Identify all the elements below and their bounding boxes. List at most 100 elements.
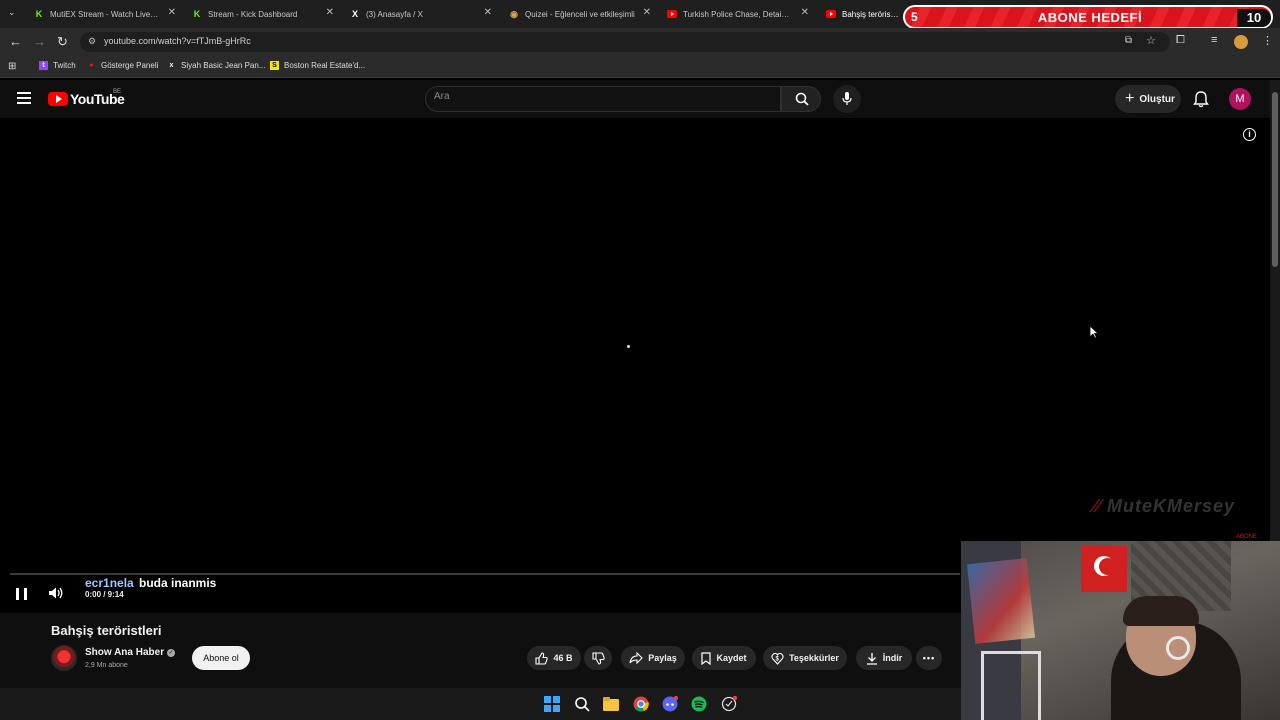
search-box[interactable] bbox=[425, 86, 781, 112]
channel-name[interactable]: Show Ana Haber bbox=[85, 647, 164, 658]
create-label: Oluştur bbox=[1139, 93, 1175, 105]
tab-title: Bahşiş teröristleri bbox=[842, 9, 900, 19]
create-button[interactable]: + Oluştur bbox=[1115, 85, 1181, 113]
share-icon bbox=[629, 652, 644, 664]
progress-bar[interactable] bbox=[10, 573, 960, 575]
windows-taskbar bbox=[0, 688, 961, 720]
site-info-icon[interactable]: ⚙ bbox=[88, 36, 96, 47]
save-button[interactable]: Kaydet bbox=[692, 646, 756, 670]
thanks-button[interactable]: $ Teşekkürler bbox=[763, 646, 847, 670]
video-title: Bahşiş teröristleri bbox=[51, 623, 162, 638]
bookmarks-bar: ⊞ t Twitch ● Gösterge Paneli x Siyah Bas… bbox=[0, 56, 1280, 78]
browser-tab-active[interactable]: Bahşiş teröristleri bbox=[826, 4, 900, 24]
url-text[interactable]: youtube.com/watch?v=fTJmB-gHrRc bbox=[104, 36, 251, 46]
windows-start-icon[interactable] bbox=[544, 696, 560, 712]
close-icon[interactable]: ✕ bbox=[643, 7, 651, 18]
browser-tab[interactable]: ◉ Quizei - Eğlenceli ve etkileşimli ✕ bbox=[509, 4, 651, 24]
flag-crescent-cut bbox=[1099, 558, 1116, 575]
bookmark-star-icon[interactable]: ☆ bbox=[1146, 34, 1156, 47]
info-icon[interactable]: i bbox=[1243, 128, 1256, 141]
reload-icon[interactable]: ↻ bbox=[57, 34, 68, 50]
bookmark-item[interactable]: S Boston Real Estate'd... bbox=[270, 61, 365, 70]
download-icon bbox=[866, 652, 877, 665]
menu-icon[interactable] bbox=[17, 92, 31, 104]
app-icon[interactable] bbox=[721, 696, 737, 712]
stream-watermark: ⁄⁄ MuteKMersey bbox=[1093, 496, 1236, 516]
page-scrollbar[interactable] bbox=[1270, 80, 1280, 541]
chrome-icon[interactable] bbox=[633, 696, 649, 712]
scrollbar-thumb[interactable] bbox=[1272, 92, 1278, 267]
download-button[interactable]: İndir bbox=[856, 646, 912, 670]
more-actions-button[interactable]: ••• bbox=[916, 646, 942, 670]
like-button[interactable]: 46 B bbox=[527, 646, 581, 670]
bookmark-label: Boston Real Estate'd... bbox=[284, 61, 366, 70]
youtube-icon bbox=[826, 9, 836, 19]
thanks-label: Teşekkürler bbox=[789, 653, 839, 663]
mouse-cursor-icon bbox=[1089, 325, 1099, 339]
address-bar[interactable]: ⚙ youtube.com/watch?v=fTJmB-gHrRc ⧉ ☆ bbox=[80, 32, 1170, 52]
browser-tab[interactable]: X (3) Anasayfa / X ✕ bbox=[350, 4, 492, 24]
kick-icon: K bbox=[35, 9, 43, 19]
twitch-icon: t bbox=[39, 61, 48, 70]
bookmark-item[interactable]: t Twitch bbox=[39, 61, 76, 70]
profile-avatar[interactable] bbox=[1234, 35, 1248, 49]
browser-toolbar: ← → ↻ ⚙ youtube.com/watch?v=fTJmB-gHrRc … bbox=[0, 28, 1280, 56]
close-icon[interactable]: ✕ bbox=[326, 7, 334, 18]
channel-avatar[interactable] bbox=[51, 645, 77, 671]
forward-icon[interactable]: → bbox=[33, 34, 46, 49]
plus-icon: + bbox=[1125, 90, 1135, 107]
save-label: Kaydet bbox=[716, 653, 747, 663]
browser-tab[interactable]: K Stream - Kick Dashboard ✕ bbox=[192, 4, 334, 24]
browser-tab[interactable]: K MutiEX Stream - Watch Live on ✕ bbox=[34, 4, 176, 24]
extensions-icon[interactable]: ⧠ bbox=[1176, 34, 1185, 47]
quiz-icon: ◉ bbox=[510, 8, 518, 19]
streamer-hair bbox=[1123, 596, 1199, 626]
notifications-bell-icon[interactable] bbox=[1193, 90, 1209, 108]
search-button[interactable] bbox=[781, 86, 821, 112]
s-logo-icon: S bbox=[270, 61, 279, 70]
search-input[interactable] bbox=[434, 91, 764, 102]
youtube-logo-icon[interactable] bbox=[48, 92, 68, 106]
back-icon[interactable]: ← bbox=[9, 34, 22, 49]
thumbs-down-icon bbox=[591, 651, 605, 665]
subscriber-count: 2,9 Mn abone bbox=[85, 662, 128, 669]
pause-button[interactable] bbox=[16, 588, 27, 600]
bookmark-item[interactable]: ● Gösterge Paneli bbox=[87, 61, 158, 70]
tab-search-icon[interactable]: ⌄ bbox=[8, 7, 16, 18]
bookmark-label: Gösterge Paneli bbox=[101, 61, 159, 70]
file-explorer-icon[interactable] bbox=[603, 696, 619, 712]
watermark-subscribe-text: ABONE bbox=[1236, 534, 1258, 540]
close-icon[interactable]: ✕ bbox=[168, 7, 176, 18]
taskbar-search-icon[interactable] bbox=[574, 696, 590, 712]
chat-username: ecr1nela bbox=[85, 576, 134, 590]
apps-grid-icon[interactable]: ⊞ bbox=[8, 61, 16, 72]
spotify-icon[interactable] bbox=[691, 696, 707, 712]
install-app-icon[interactable]: ⧉ bbox=[1125, 35, 1132, 46]
webcam-shelf bbox=[981, 651, 1041, 720]
media-controls-icon[interactable]: ≡ bbox=[1211, 34, 1217, 46]
subscribe-button[interactable]: Abone ol bbox=[192, 646, 250, 670]
loading-spinner bbox=[627, 345, 630, 348]
voice-search-button[interactable] bbox=[833, 85, 861, 113]
thumbs-up-icon bbox=[535, 651, 549, 665]
browser-tab[interactable]: Turkish Police Chase, Detain Pr ✕ bbox=[667, 4, 809, 24]
more-vert-icon[interactable]: ⋮ bbox=[1262, 34, 1273, 47]
close-icon[interactable]: ✕ bbox=[801, 7, 809, 18]
turkish-flag bbox=[1081, 546, 1127, 592]
youtube-icon bbox=[667, 9, 677, 19]
share-button[interactable]: Paylaş bbox=[621, 646, 685, 670]
browser-tab-strip: ⌄ K MutiEX Stream - Watch Live on ✕ K St… bbox=[0, 0, 1280, 29]
video-player[interactable]: i ⁄⁄ MuteKMersey ABONE ecr1nela buda ina… bbox=[0, 118, 1270, 613]
close-icon[interactable]: ✕ bbox=[484, 7, 492, 18]
share-label: Paylaş bbox=[648, 653, 677, 663]
bookmark-item[interactable]: x Siyah Basic Jean Pan... bbox=[167, 61, 266, 70]
tab-title: Stream - Kick Dashboard bbox=[208, 9, 298, 19]
bookmark-label: Twitch bbox=[53, 61, 76, 70]
tab-title: MutiEX Stream - Watch Live on bbox=[50, 9, 160, 19]
bookmark-icon bbox=[701, 651, 712, 665]
dislike-button[interactable] bbox=[584, 646, 612, 670]
volume-icon[interactable] bbox=[48, 586, 64, 600]
goal-title: ABONE HEDEFİ bbox=[1037, 10, 1143, 25]
account-avatar[interactable]: M bbox=[1229, 88, 1251, 110]
discord-icon[interactable] bbox=[662, 696, 678, 712]
